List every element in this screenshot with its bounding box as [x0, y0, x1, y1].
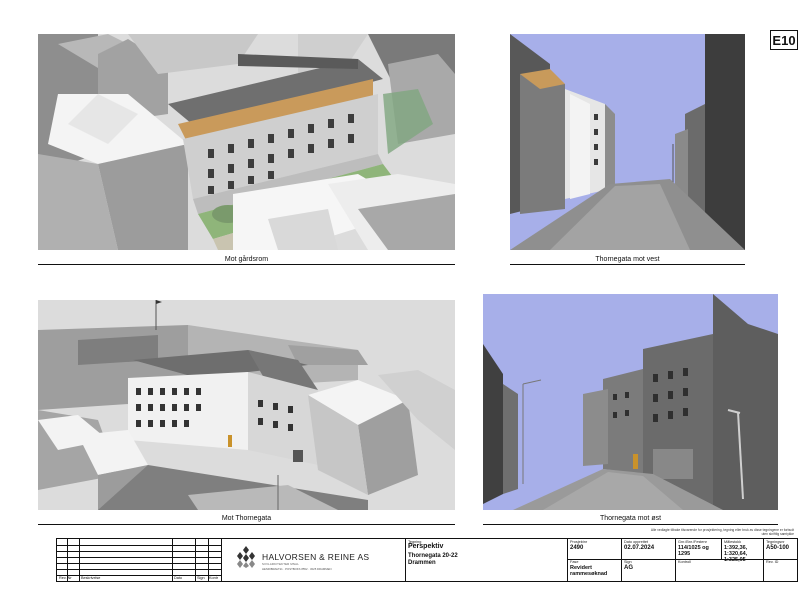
- title-block: Rev. Nr Beskrivelse Dato Sign Kontr HALV…: [56, 538, 798, 582]
- caption-underline: [38, 264, 455, 265]
- title-cell-scale: Målestokk 1:392,36, 1:320,64, 1:325,05: [721, 539, 763, 563]
- fase-label: Fase: [570, 560, 579, 564]
- prosjektnr-value: 2490: [570, 545, 584, 551]
- title-cell-sign: Sign AG: [621, 559, 675, 581]
- title-cell-gnr: Gnr./Bnr./Festenr 114/1025 og 1295: [675, 539, 721, 559]
- perspective-view-street: [38, 300, 455, 510]
- drawing-id-label: E10: [770, 30, 798, 50]
- dato-label: Dato opprettet: [624, 540, 649, 544]
- malestokk-label: Målestokk: [724, 540, 742, 544]
- revision-header: Dato: [174, 576, 183, 580]
- fase-value: Revidert rammesøknad: [570, 565, 608, 577]
- title-cell-phase: Fase Revidert rammesøknad: [567, 559, 621, 581]
- title-cell-drawing-number: Tegningsnr A50-100: [763, 539, 798, 559]
- drawing-sheet: E10 Mot gårdsrom Thornegata mot vest Mot…: [0, 0, 800, 600]
- revision-table: Rev. Nr Beskrivelse Dato Sign Kontr: [57, 539, 222, 581]
- gnr-label: Gnr./Bnr./Festenr: [678, 540, 707, 544]
- perspective-view-west: [510, 34, 745, 250]
- revision-header: Beskrivelse: [81, 576, 101, 580]
- revision-header: Rev. Nr: [59, 576, 72, 580]
- perspective-view-courtyard: [38, 34, 455, 250]
- tegningsnr-value: A50-100: [766, 545, 790, 551]
- title-cell-drawing: Tegning Perspektiv Thornegata 20-22 Dram…: [405, 539, 567, 581]
- company-logo-icon: [237, 546, 255, 568]
- company-subtitle: SIVILARKITEKTER MNAL: [262, 562, 299, 566]
- copyright-note: Alle vedlagte tilbake tilsvarende for pr…: [650, 528, 794, 536]
- title-cell-project-number: Prosjektnr 2490: [567, 539, 621, 559]
- perspective-view-east: [483, 294, 778, 510]
- view-caption: Mot Thornegata: [221, 515, 272, 522]
- view-caption: Thornegata mot vest: [595, 256, 660, 263]
- title-cell-rev-id: Rev. ID: [763, 559, 798, 581]
- view-caption: Thornegata mot øst: [599, 515, 662, 522]
- company-address: HENRIBRAM 91 · POSTBOKS 8552 · 3025 DRAM…: [262, 567, 332, 571]
- caption-underline: [510, 264, 745, 265]
- title-cell-control: Kontroll: [675, 559, 763, 581]
- company-name: HALVORSEN & REINE AS: [262, 552, 370, 562]
- sign-value: AG: [624, 565, 633, 571]
- tegning-value: Perspektiv: [408, 543, 444, 550]
- kontroll-label: Kontroll: [678, 560, 691, 564]
- view-caption: Mot gårdsrom: [224, 256, 269, 263]
- caption-underline: [38, 524, 455, 525]
- gnr-value: 114/1025 og 1295: [678, 545, 709, 557]
- revision-header: Kontr: [209, 576, 219, 580]
- revision-header: Sign: [197, 576, 205, 580]
- tegningsnr-label: Tegningsnr: [766, 540, 785, 544]
- project-address: Thornegata 20-22 Drammen: [408, 553, 458, 566]
- title-cell-date: Dato opprettet 02.07.2024: [621, 539, 675, 559]
- revid-label: Rev. ID: [766, 560, 779, 564]
- prosjektnr-label: Prosjektnr: [570, 540, 588, 544]
- caption-underline: [483, 524, 778, 525]
- dato-value: 02.07.2024: [624, 545, 655, 551]
- company-logo-block: HALVORSEN & REINE AS SIVILARKITEKTER MNA…: [229, 543, 399, 577]
- sign-label: Sign: [624, 560, 632, 564]
